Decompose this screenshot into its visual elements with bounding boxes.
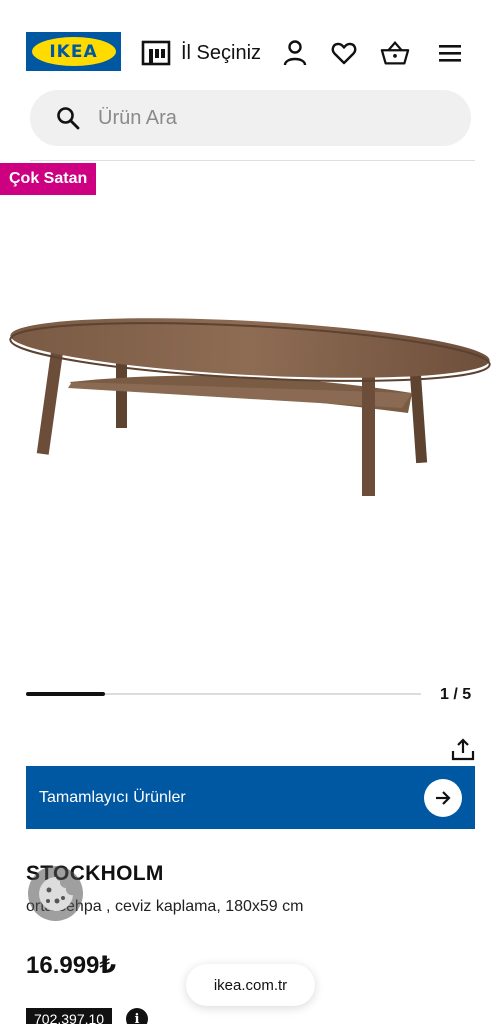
complementary-products-label: Tamamlayıcı Ürünler bbox=[39, 788, 186, 806]
browser-url-pill[interactable]: ikea.com.tr bbox=[186, 964, 315, 1006]
wishlist-button[interactable] bbox=[329, 38, 359, 68]
user-icon bbox=[283, 40, 307, 66]
cookie-settings-button[interactable] bbox=[28, 866, 83, 921]
menu-icon bbox=[439, 45, 461, 62]
product-image[interactable] bbox=[0, 290, 500, 510]
share-icon[interactable] bbox=[450, 737, 476, 763]
menu-button[interactable] bbox=[435, 38, 465, 68]
logo-oval: IKEA bbox=[31, 37, 116, 66]
header-divider bbox=[30, 160, 475, 161]
arrow-right-icon bbox=[424, 779, 462, 817]
header: IKEA İl Seçiniz bbox=[0, 0, 500, 90]
store-select-label: İl Seçiniz bbox=[181, 41, 262, 64]
bestseller-badge: Çok Satan bbox=[0, 163, 97, 195]
ikea-logo[interactable]: IKEA bbox=[26, 32, 121, 71]
store-icon bbox=[141, 40, 171, 66]
gallery-progress-fill bbox=[26, 692, 105, 696]
complementary-products-button[interactable]: Tamamlayıcı Ürünler bbox=[26, 766, 475, 829]
search-input[interactable] bbox=[98, 106, 418, 130]
search-bar[interactable] bbox=[30, 90, 471, 146]
logo-text: IKEA bbox=[49, 41, 98, 62]
info-icon[interactable]: i bbox=[126, 1008, 148, 1024]
cookie-icon bbox=[38, 876, 73, 911]
store-select-button[interactable]: İl Seçiniz bbox=[141, 38, 261, 68]
product-price: 16.999₺ bbox=[26, 952, 117, 979]
heart-icon bbox=[331, 42, 357, 65]
article-number: 702.397.10 bbox=[26, 1008, 113, 1024]
search-icon bbox=[57, 107, 80, 130]
gallery-pager: 1 / 5 bbox=[440, 686, 472, 703]
basket-icon bbox=[380, 40, 410, 65]
basket-button[interactable] bbox=[380, 38, 410, 68]
account-button[interactable] bbox=[280, 38, 310, 68]
